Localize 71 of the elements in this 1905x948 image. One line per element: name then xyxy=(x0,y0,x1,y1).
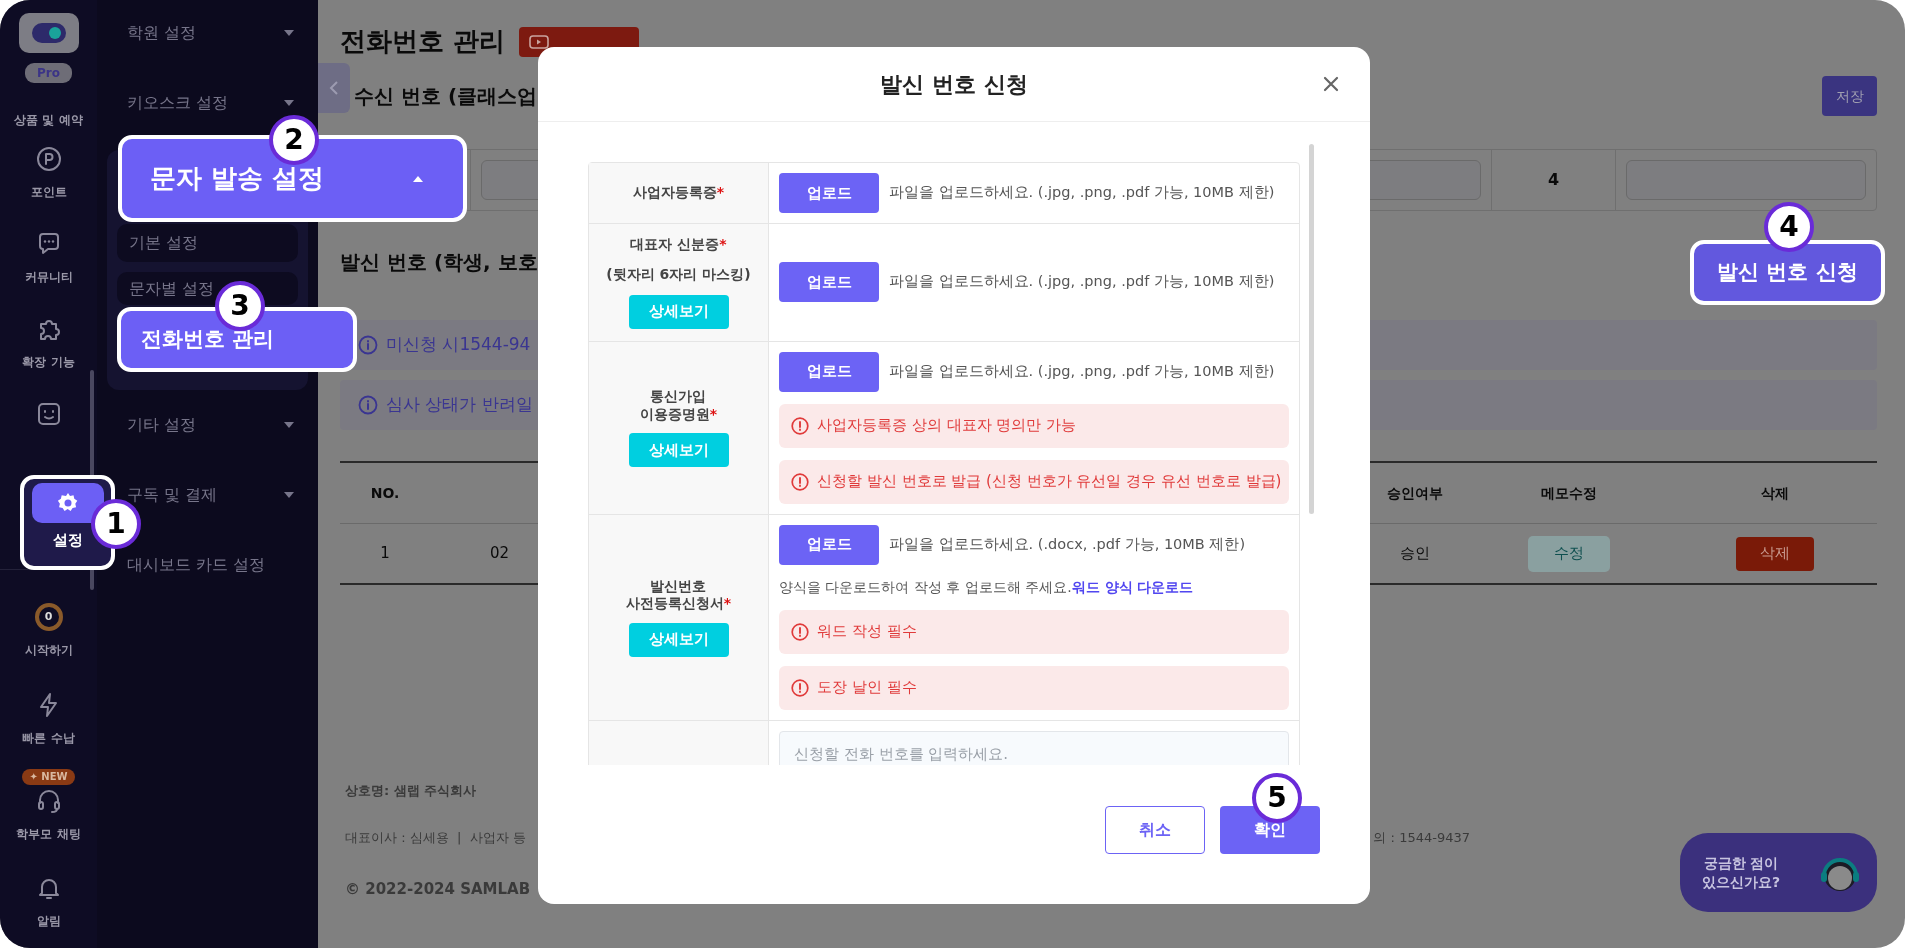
toggle-logo-icon xyxy=(30,22,67,44)
section-heading: 발신 번호 (학생, 보호 xyxy=(340,249,538,276)
rail-item-label[interactable]: 포인트 xyxy=(30,183,67,201)
upload-hint: 파일을 업로드하세요. (.docx, .pdf 가능, 10MB 제한) xyxy=(889,534,1246,554)
info-icon xyxy=(358,395,378,415)
section-heading: 수신 번호 (클래스업 xyxy=(354,83,538,110)
column-header: 승인여부 xyxy=(1387,483,1443,503)
warning-message: 도장 날인 필수 xyxy=(779,665,1289,710)
warning-icon xyxy=(791,472,809,491)
sidebar-menu-item[interactable]: 키오스크 설정 xyxy=(118,92,308,114)
table-cell-text: 1 xyxy=(380,543,390,565)
field-label: 사업자등록증* xyxy=(632,184,725,202)
upload-button[interactable]: 업로드 xyxy=(779,173,879,213)
table-cell-text: 승인 xyxy=(1400,543,1430,565)
warning-message: 신청할 발신 번호로 발급 (신청 번호가 유선일 경우 유선 번호로 발급) xyxy=(779,459,1289,504)
help-chat-widget[interactable]: 궁금한 점이 있으신가요? xyxy=(1680,833,1877,912)
new-badge: ✦ NEW xyxy=(22,769,75,785)
contact-info: 의 : 1544-9437 xyxy=(1373,829,1470,847)
copyright-text: © 2022-2024 SAMLAB xyxy=(345,878,531,900)
edit-button[interactable]: 수정 xyxy=(1528,535,1610,572)
warning-message: 워드 작성 필수 xyxy=(779,609,1289,654)
upload-button[interactable]: 업로드 xyxy=(779,262,879,303)
table-cell-text: 02 xyxy=(490,543,510,565)
column-header: 메모수정 xyxy=(1541,483,1597,503)
step-number-tooltip: 4 xyxy=(1764,202,1814,252)
warning-icon xyxy=(791,678,809,697)
company-name: 상호명: 샘랩 주식회사 xyxy=(345,781,477,800)
cancel-button[interactable]: 취소 xyxy=(1105,806,1205,854)
field-note: (뒷자리 6자리 마스킹) xyxy=(606,264,751,284)
apply-button[interactable]: 발신 번호 신청 xyxy=(1690,240,1885,305)
save-button[interactable]: 저장 xyxy=(1822,76,1877,116)
phone-number-field[interactable]: 신청할 전화 번호를 입력하세요. xyxy=(779,730,1289,765)
page-title: 전화번호 관리 xyxy=(340,25,506,58)
progress-ring-counter: 0 xyxy=(34,603,63,631)
coin-icon xyxy=(34,145,63,173)
delete-button[interactable]: 삭제 xyxy=(1736,536,1814,571)
instruction-text: 양식을 다운로드하여 작성 후 업로드해 주세요.워드 양식 다운로드 xyxy=(779,577,1195,597)
confirm-button[interactable]: 확인 xyxy=(1220,806,1320,854)
warning-icon xyxy=(791,416,809,435)
sidebar-menu-item[interactable]: 학원 설정 xyxy=(118,22,308,44)
rail-item-label[interactable]: 빠른 수납 xyxy=(22,729,75,747)
warning-icon xyxy=(791,622,809,641)
rail-item-label[interactable]: 커뮤니티 xyxy=(24,268,73,286)
play-icon xyxy=(529,34,550,49)
scrollbar-thumb[interactable] xyxy=(1309,144,1314,514)
rail-item-label[interactable]: 알림 xyxy=(36,912,61,930)
upload-hint: 파일을 업로드하세요. (.jpg, .png, .pdf 가능, 10MB 제한) xyxy=(889,272,1275,292)
field-label: 통신가입 이용증명원* xyxy=(639,388,718,423)
plan-badge: Pro xyxy=(25,63,72,83)
close-icon xyxy=(1322,75,1340,93)
warning-message: 사업자등록증 상의 대표자 명의만 가능 xyxy=(779,403,1289,448)
sidebar-menu-item[interactable]: 대시보드 카드 설정 xyxy=(118,554,308,576)
table-cell-text: 4 xyxy=(1547,169,1560,191)
submenu-item[interactable]: 기본 설정 xyxy=(117,224,298,262)
chevron-left-icon xyxy=(329,80,339,96)
rail-item-label[interactable]: 학부모 채팅 xyxy=(16,825,81,843)
download-link[interactable]: 워드 양식 다운로드 xyxy=(1071,578,1194,595)
upload-button[interactable]: 업로드 xyxy=(779,524,879,565)
field-label: 발신번호 사전등록신청서* xyxy=(625,577,732,613)
field-label: 대표자 신분증* xyxy=(630,236,727,254)
info-icon xyxy=(358,335,378,355)
column-header: 삭제 xyxy=(1761,483,1789,503)
rail-item[interactable]: 상품 및 예약 xyxy=(14,111,83,129)
sidebar-menu-item[interactable]: 기타 설정 xyxy=(118,414,308,436)
scrollbar-thumb[interactable] xyxy=(90,370,94,590)
rail-item-label[interactable]: 시작하기 xyxy=(24,641,73,659)
column-header: NO. xyxy=(370,483,400,503)
upload-button[interactable]: 업로드 xyxy=(779,351,879,392)
dialog-title: 발신 번호 신청 xyxy=(880,70,1028,99)
upload-hint: 파일을 업로드하세요. (.jpg, .png, .pdf 가능, 10MB 제한) xyxy=(889,183,1275,203)
rail-item-label[interactable]: 확장 기능 xyxy=(22,353,75,371)
